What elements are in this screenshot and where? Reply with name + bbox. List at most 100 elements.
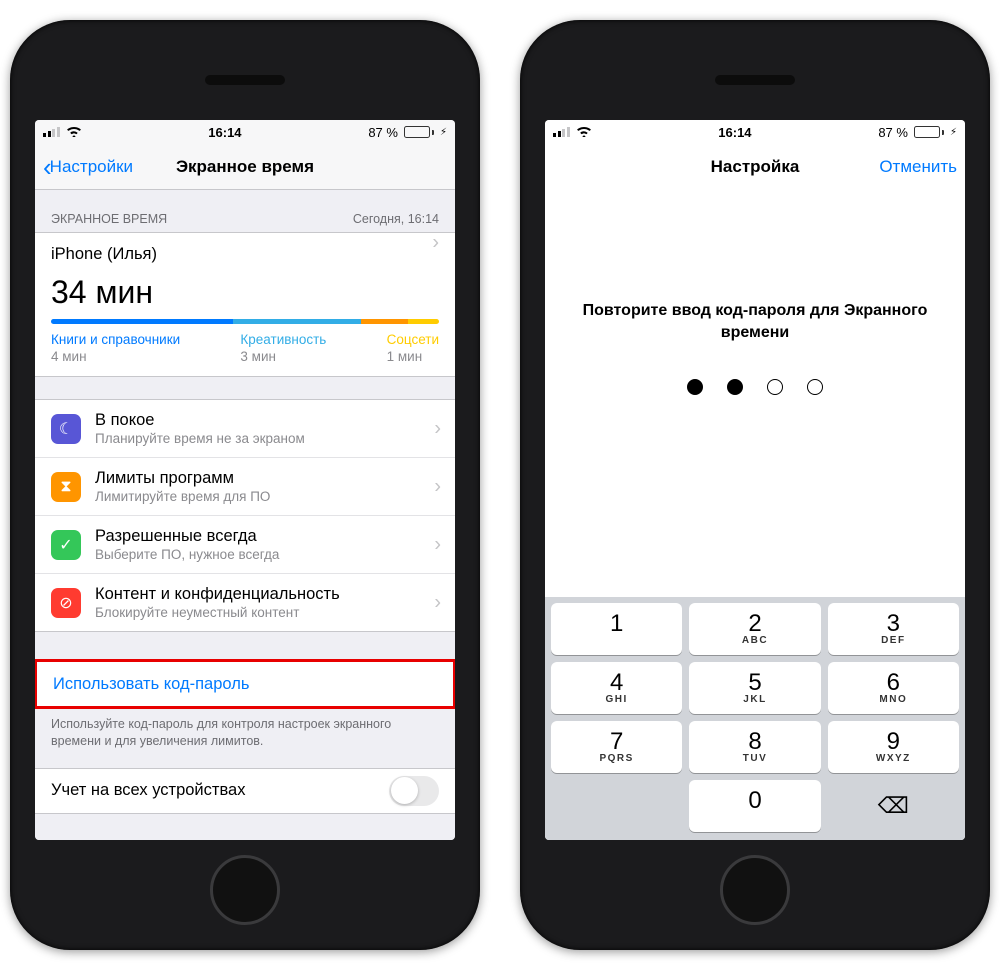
row-icon: ⧗ [51, 472, 81, 502]
status-bar: 16:14 87 % ⚡︎ [545, 120, 965, 144]
keypad-delete[interactable]: ⌫ [828, 780, 959, 832]
row-title: Контент и конфиденциальность [95, 585, 340, 604]
key-letters: DEF [881, 635, 906, 646]
cell-signal-icon [43, 127, 60, 137]
keypad-key-6[interactable]: 6MNO [828, 662, 959, 714]
row-subtitle: Лимитируйте время для ПО [95, 489, 270, 504]
usage-category: Книги и справочники4 мин [51, 332, 180, 364]
key-number: 7 [610, 730, 623, 754]
total-usage-time: 34 мин [51, 266, 439, 313]
passcode-dot [687, 379, 703, 395]
key-letters: ABC [742, 635, 768, 646]
back-button[interactable]: ‹ Настройки [43, 157, 133, 177]
usage-category: Соцсети 1 мин [387, 332, 439, 364]
usage-category: Креативность 3 мин [240, 332, 326, 364]
charging-icon: ⚡︎ [440, 127, 447, 138]
usage-segment [408, 319, 439, 324]
row-icon: ✓ [51, 530, 81, 560]
keypad-key-0[interactable]: 0 [689, 780, 820, 832]
passcode-dot [727, 379, 743, 395]
row-title: В покое [95, 411, 305, 430]
phone-right: 16:14 87 % ⚡︎ Настройка Отменить Повтори… [520, 20, 990, 950]
passcode-dots [545, 379, 965, 395]
keypad-key-7[interactable]: 7PQRS [551, 721, 682, 773]
key-number: 5 [748, 671, 761, 695]
section-header-left: ЭКРАННОЕ ВРЕМЯ [51, 212, 167, 226]
settings-row[interactable]: ⧗ Лимиты программЛимитируйте время для ПО… [35, 457, 455, 515]
key-letters: WXYZ [876, 753, 911, 764]
keypad-key-9[interactable]: 9WXYZ [828, 721, 959, 773]
share-toggle[interactable] [389, 776, 439, 806]
row-title: Лимиты программ [95, 469, 270, 488]
keypad-key-5[interactable]: 5JKL [689, 662, 820, 714]
wifi-icon [66, 124, 82, 141]
cell-signal-icon [553, 127, 570, 137]
status-time: 16:14 [208, 125, 241, 140]
screen-right: 16:14 87 % ⚡︎ Настройка Отменить Повтори… [545, 120, 965, 840]
device-name: iPhone (Илья) [51, 245, 157, 264]
battery-icon [914, 126, 944, 138]
use-passcode-link[interactable]: Использовать код-пароль [37, 662, 453, 706]
status-bar: 16:14 87 % ⚡︎ [35, 120, 455, 144]
key-number: 0 [748, 789, 761, 813]
passcode-content: Повторите ввод код-пароля для Экранного … [545, 190, 965, 840]
key-number: 6 [887, 671, 900, 695]
passcode-link-highlight: Использовать код-пароль [35, 659, 455, 709]
key-number: 8 [748, 730, 761, 754]
row-icon: ☾ [51, 414, 81, 444]
category-name: Соцсети [387, 332, 439, 347]
share-across-devices-label: Учет на всех устройствах [51, 781, 245, 800]
category-value: 1 мин [387, 349, 439, 364]
keypad-key-1[interactable]: 1 [551, 603, 682, 655]
keypad-key-4[interactable]: 4GHI [551, 662, 682, 714]
usage-bar [51, 319, 439, 324]
section-header-right: Сегодня, 16:14 [353, 212, 439, 226]
keypad-key-8[interactable]: 8TUV [689, 721, 820, 773]
status-time: 16:14 [718, 125, 751, 140]
key-number: 2 [748, 612, 761, 636]
settings-list: ☾В покоеПланируйте время не за экраном›⧗… [35, 399, 455, 632]
chevron-right-icon: › [434, 591, 441, 614]
key-letters: TUV [743, 753, 768, 764]
category-value: 3 мин [240, 349, 326, 364]
keypad-key-3[interactable]: 3DEF [828, 603, 959, 655]
home-button[interactable] [210, 855, 280, 925]
row-subtitle: Выберите ПО, нужное всегда [95, 547, 279, 562]
category-name: Книги и справочники [51, 332, 180, 347]
settings-row[interactable]: ☾В покоеПланируйте время не за экраном› [35, 400, 455, 457]
key-number: 3 [887, 612, 900, 636]
chevron-right-icon: › [432, 232, 439, 255]
settings-row[interactable]: ✓ Разрешенные всегдаВыберите ПО, нужное в… [35, 515, 455, 573]
device-summary-cell[interactable]: iPhone (Илья) › 34 мин Книги и справочни… [35, 233, 455, 376]
battery-percent: 87 % [368, 125, 398, 140]
delete-icon: ⌫ [878, 793, 909, 819]
cancel-button[interactable]: Отменить [879, 157, 957, 177]
keypad-blank [551, 780, 682, 832]
back-label: Настройки [50, 157, 133, 177]
nav-bar: Настройка Отменить [545, 144, 965, 190]
key-letters: JKL [743, 694, 766, 705]
battery-icon [404, 126, 434, 138]
key-number: 1 [610, 612, 623, 636]
screen-left: 16:14 87 % ⚡︎ ‹ Настройки Экранное время… [35, 120, 455, 840]
section-header: ЭКРАННОЕ ВРЕМЯ Сегодня, 16:14 [35, 190, 455, 232]
chevron-right-icon: › [434, 417, 441, 440]
usage-segment [361, 319, 408, 324]
home-button[interactable] [720, 855, 790, 925]
passcode-dot [767, 379, 783, 395]
passcode-dot [807, 379, 823, 395]
content-left: ЭКРАННОЕ ВРЕМЯ Сегодня, 16:14 iPhone (Ил… [35, 190, 455, 840]
row-title: Разрешенные всегда [95, 527, 279, 546]
chevron-right-icon: › [434, 533, 441, 556]
share-across-devices-cell[interactable]: Учет на всех устройствах [35, 769, 455, 813]
numeric-keypad: 1 2ABC3DEF4GHI5JKL6MNO7PQRS8TUV9WXYZ0 ⌫ [545, 597, 965, 840]
category-name: Креативность [240, 332, 326, 347]
settings-row[interactable]: ⊘Контент и конфиденциальностьБлокируйте … [35, 573, 455, 631]
passcode-footer-note: Используйте код-пароль для контроля наст… [35, 708, 455, 768]
wifi-icon [576, 124, 592, 141]
key-number: 9 [887, 730, 900, 754]
passcode-prompt: Повторите ввод код-пароля для Экранного … [545, 190, 965, 345]
usage-legend: Книги и справочники4 мин Креативность 3 ми… [51, 332, 439, 364]
phone-left: 16:14 87 % ⚡︎ ‹ Настройки Экранное время… [10, 20, 480, 950]
keypad-key-2[interactable]: 2ABC [689, 603, 820, 655]
